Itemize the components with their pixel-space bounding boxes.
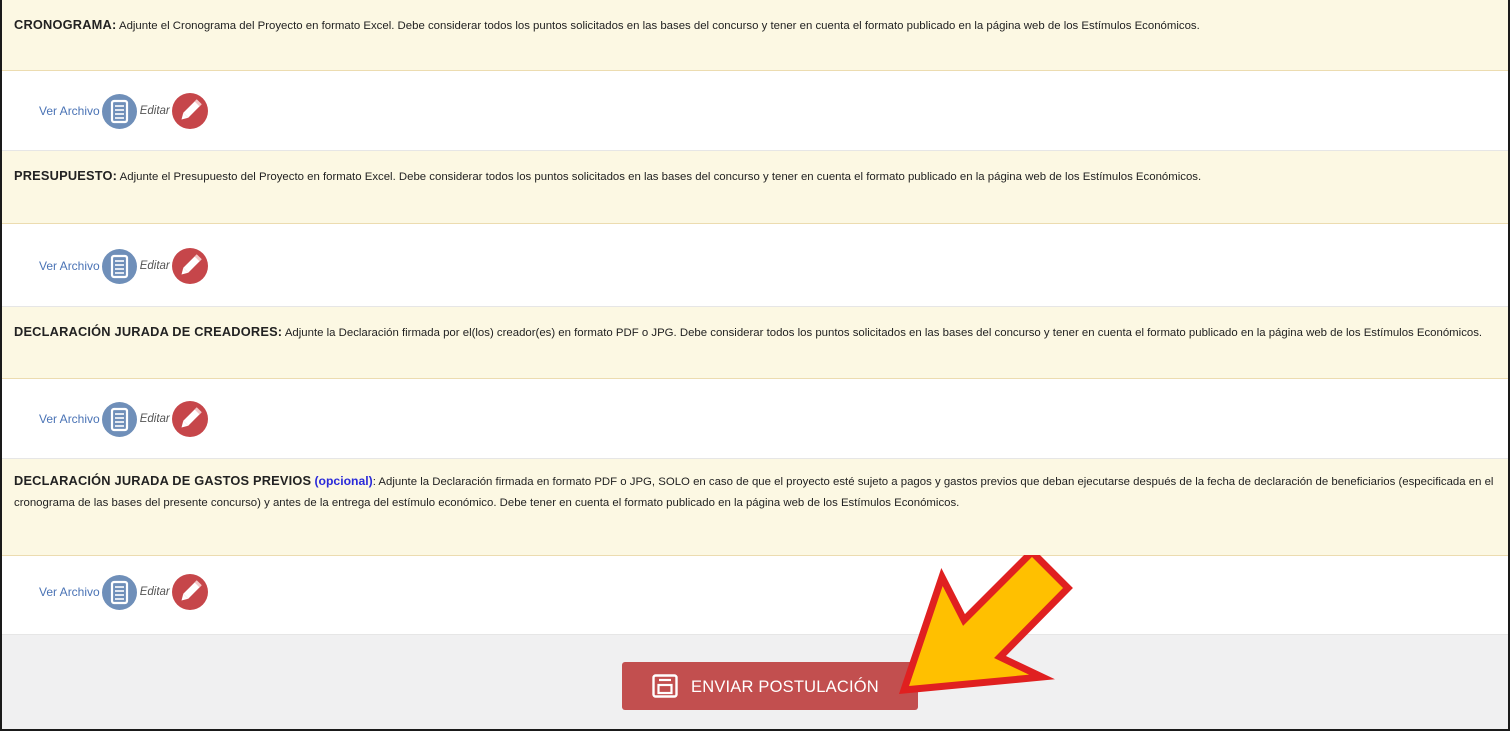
edit-link[interactable]: Editar <box>140 260 170 272</box>
submit-button-label: ENVIAR POSTULACIÓN <box>691 678 879 696</box>
section-actions-cronograma: Ver Archivo Editar <box>2 71 1508 151</box>
form-footer: ENVIAR POSTULACIÓN <box>2 635 1508 729</box>
section-description-cronograma: CRONOGRAMA: Adjunte el Cronograma del Pr… <box>2 0 1508 71</box>
section-actions-presupuesto: Ver Archivo Editar <box>2 224 1508 307</box>
view-file-link[interactable]: Ver Archivo <box>39 259 100 273</box>
section-actions-gastos-previos: Ver Archivo Editar <box>2 556 1508 635</box>
edit-link[interactable]: Editar <box>140 413 170 425</box>
save-icon <box>652 674 678 698</box>
submit-application-button[interactable]: ENVIAR POSTULACIÓN <box>622 662 918 710</box>
document-icon[interactable] <box>101 93 137 129</box>
section-actions-creadores: Ver Archivo Editar <box>2 379 1508 459</box>
document-icon[interactable] <box>101 401 137 437</box>
view-file-link[interactable]: Ver Archivo <box>39 412 100 426</box>
section-title: DECLARACIÓN JURADA DE CREADORES: <box>14 324 283 339</box>
section-title: CRONOGRAMA: <box>14 17 117 32</box>
view-file-link[interactable]: Ver Archivo <box>39 104 100 118</box>
view-file-link[interactable]: Ver Archivo <box>39 585 100 599</box>
section-title: DECLARACIÓN JURADA DE GASTOS PREVIOS <box>14 473 312 488</box>
document-icon[interactable] <box>101 574 137 610</box>
section-text: Adjunte la Declaración firmada por el(lo… <box>282 327 1483 339</box>
pencil-icon[interactable] <box>171 574 208 610</box>
section-description-creadores: DECLARACIÓN JURADA DE CREADORES: Adjunte… <box>2 307 1508 379</box>
section-title: PRESUPUESTO: <box>14 168 118 183</box>
pencil-icon[interactable] <box>171 248 208 284</box>
document-list-panel: CRONOGRAMA: Adjunte el Cronograma del Pr… <box>0 0 1510 731</box>
edit-link[interactable]: Editar <box>140 586 170 598</box>
edit-link[interactable]: Editar <box>140 105 170 117</box>
section-text: Adjunte el Presupuesto del Proyecto en f… <box>117 171 1202 183</box>
pencil-icon[interactable] <box>171 93 208 129</box>
section-text: Adjunte el Cronograma del Proyecto en fo… <box>116 20 1200 32</box>
section-description-gastos-previos: DECLARACIÓN JURADA DE GASTOS PREVIOS (op… <box>2 459 1508 556</box>
optional-tag: (opcional) <box>314 474 373 488</box>
arrow-icon <box>898 555 1073 694</box>
document-icon[interactable] <box>101 248 137 284</box>
section-description-presupuesto: PRESUPUESTO: Adjunte el Presupuesto del … <box>2 151 1508 224</box>
pencil-icon[interactable] <box>171 401 208 437</box>
